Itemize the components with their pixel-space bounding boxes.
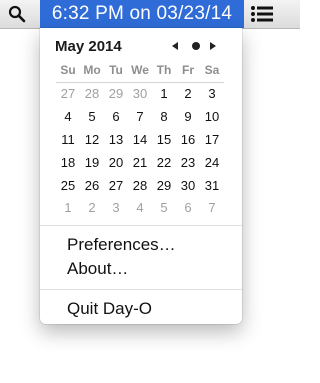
previous-month-button[interactable]: [172, 42, 178, 50]
calendar-day: 28: [132, 178, 148, 193]
weekday-label: Sa: [204, 63, 220, 77]
calendar-day: 7: [208, 200, 216, 215]
calendar-day: 20: [108, 155, 124, 170]
calendar-day: 4: [136, 200, 144, 215]
calendar-day: 4: [64, 109, 72, 124]
calendar-day: 29: [156, 178, 172, 193]
calendar-day: 6: [184, 200, 192, 215]
calendar-day: 6: [112, 109, 120, 124]
search-icon: [8, 5, 26, 23]
calendar-day: 1: [64, 200, 72, 215]
weekday-label: Th: [156, 63, 172, 77]
quit-menu-item[interactable]: Quit Day-O: [67, 299, 152, 319]
calendar-day: 5: [88, 109, 96, 124]
calendar-week: 1 2 3 4 5 6 7: [56, 200, 224, 215]
next-month-button[interactable]: [210, 42, 216, 50]
calendar-day: 5: [160, 200, 168, 215]
list-icon: [251, 6, 273, 22]
calendar-day: 2: [184, 86, 192, 101]
calendar-day: 9: [184, 109, 192, 124]
preferences-menu-item[interactable]: Preferences…: [67, 235, 176, 255]
calendar-day: 22: [156, 155, 172, 170]
calendar-day: 2: [88, 200, 96, 215]
calendar-day: 3: [112, 200, 120, 215]
calendar-dropdown: May 2014 Su Mo Tu We Th Fr Sa 27 28 29 3…: [40, 28, 242, 324]
calendar-day: 8: [160, 109, 168, 124]
weekday-label: Fr: [182, 63, 194, 77]
calendar-day: 30: [132, 86, 148, 101]
calendar-day: 28: [84, 86, 100, 101]
calendar-day: 16: [180, 132, 196, 147]
weekday-header: Su Mo Tu We Th Fr Sa: [56, 63, 224, 83]
weekday-label: Tu: [109, 63, 123, 77]
month-title: May 2014: [55, 38, 122, 55]
calendar-day: 13: [108, 132, 124, 147]
menu-clock[interactable]: 6:32 PM on 03/23/14: [40, 0, 244, 28]
calendar-day: 17: [204, 132, 220, 147]
calendar-day: 23: [180, 155, 196, 170]
calendar-day: 24: [204, 155, 220, 170]
about-menu-item[interactable]: About…: [67, 259, 128, 279]
calendar-week: 4 5 6 7 8 9 10: [56, 109, 224, 124]
calendar-day: 3: [208, 86, 216, 101]
calendar-week: 25 26 27 28 29 30 31: [56, 178, 224, 193]
calendar-day: 14: [132, 132, 148, 147]
calendar-day: 27: [60, 86, 76, 101]
calendar-day: 10: [204, 109, 220, 124]
today-button[interactable]: [192, 42, 200, 50]
calendar-day: 27: [108, 178, 124, 193]
notification-center-button[interactable]: [251, 5, 273, 23]
weekday-label: We: [131, 63, 149, 77]
weekday-label: Mo: [83, 63, 101, 77]
spotlight-button[interactable]: [6, 4, 28, 24]
calendar-day: 11: [61, 132, 75, 147]
calendar-day: 30: [180, 178, 196, 193]
calendar-week: 11 12 13 14 15 16 17: [56, 132, 224, 147]
calendar-day: 1: [160, 86, 168, 101]
calendar-day: 18: [60, 155, 76, 170]
menu-divider: [40, 289, 242, 290]
calendar-day: 19: [84, 155, 100, 170]
calendar-day: 25: [60, 178, 76, 193]
calendar-day: 12: [84, 132, 100, 147]
calendar-week: 18 19 20 21 22 23 24: [56, 155, 224, 170]
calendar-week: 27 28 29 30 1 2 3: [56, 86, 224, 101]
calendar-day: 31: [204, 178, 220, 193]
calendar-day: 29: [108, 86, 124, 101]
calendar-day: 21: [132, 155, 148, 170]
menu-divider: [40, 225, 242, 226]
menu-bar: 6:32 PM on 03/23/14: [0, 0, 300, 29]
weekday-label: Su: [60, 63, 76, 77]
calendar-day: 26: [84, 178, 100, 193]
calendar-day: 15: [156, 132, 172, 147]
calendar-day: 7: [136, 109, 144, 124]
